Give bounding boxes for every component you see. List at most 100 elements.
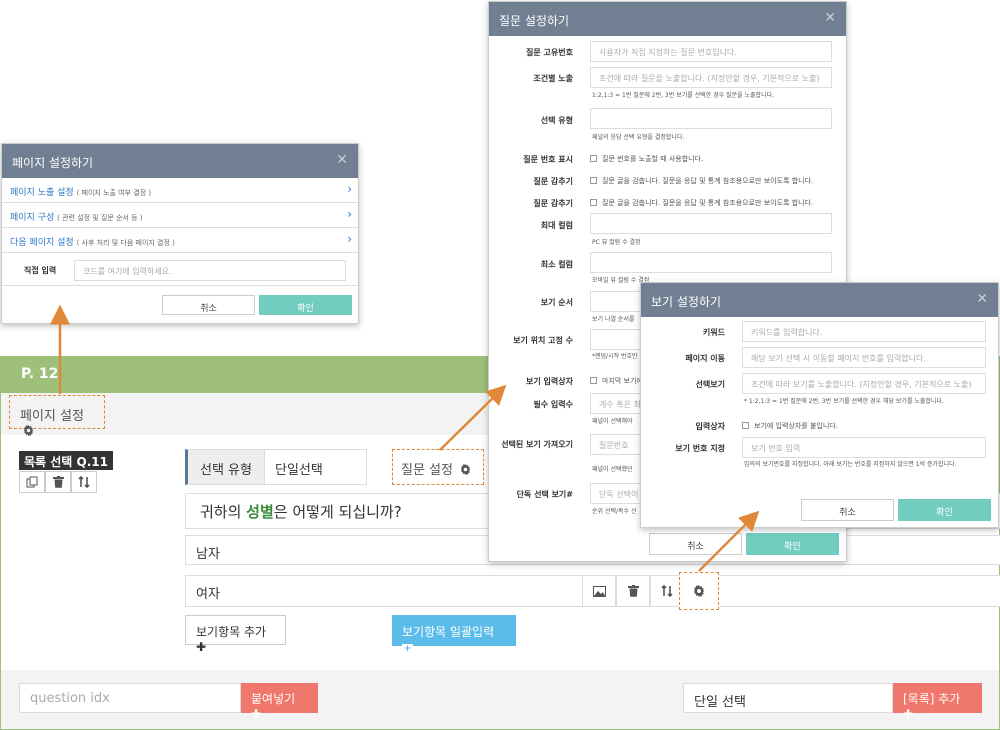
cancel-button[interactable]: 취소	[801, 499, 894, 521]
trash-icon	[52, 476, 64, 488]
question-text-post: 은 어떻게 되십니까?	[273, 503, 402, 521]
option-number-help: 임의의 보기번호를 지정합니다. 아래 보기는 번호를 지정하지 않으면 1씩 …	[744, 461, 957, 468]
fetch-help: 패널이 선택했던	[592, 466, 633, 473]
next-page-note: ( 사후 처리 및 다음 페이지 결정 )	[76, 239, 175, 247]
option-modal-title: 보기 설정하기	[651, 295, 722, 309]
add-option-label: 보기항목 추가	[196, 625, 267, 639]
min-column-input[interactable]	[590, 252, 832, 273]
chevron-right-icon: ›	[347, 207, 352, 221]
question-settings-button[interactable]: 질문 설정	[392, 449, 484, 485]
question-badge: 목록 선택 Q.11	[19, 451, 113, 470]
question-idx-input[interactable]: question idx	[19, 683, 241, 713]
max-column-label: 최대 컬럼	[540, 221, 573, 230]
option-modal-header: 보기 설정하기	[641, 283, 998, 317]
delete-question-button[interactable]	[45, 471, 71, 493]
single-choice-label: 단독 선택 보기#	[516, 490, 573, 499]
image-icon	[592, 585, 606, 597]
reorder-question-button[interactable]	[71, 471, 97, 493]
option-image-button[interactable]	[582, 575, 616, 607]
next-page-label: 다음 페이지 설정	[10, 238, 74, 248]
order-help: 보기 나열 순서를	[592, 316, 635, 323]
confirm-button[interactable]: 확인	[746, 533, 839, 555]
page-visibility-label: 페이지 노출 설정	[10, 188, 74, 198]
copy-button[interactable]	[19, 471, 45, 493]
page-move-label: 페이지 이동	[685, 354, 725, 363]
choice-type-box[interactable]: 선택 유형 단일선택	[185, 449, 367, 485]
hide-question-text-2: 질문 글을 감춥니다. 질문을 응답 및 통계 참조용으로만 보이도록 합니다.	[602, 199, 814, 207]
single-choice-help: 순위 선택/복수 선	[592, 508, 637, 515]
cancel-button[interactable]: 취소	[162, 295, 255, 315]
gear-icon	[693, 585, 705, 597]
confirm-button[interactable]: 확인	[898, 499, 991, 521]
next-page-row[interactable]: 다음 페이지 설정 ( 사후 처리 및 다음 페이지 결정 ) ›	[2, 228, 360, 253]
hide-question-checkbox[interactable]: 질문 글을 감춥니다. 질문을 응답 및 통계 참조용으로만 보이도록 합니다.	[590, 176, 813, 186]
input-box-label: 입력상자	[695, 422, 725, 431]
page-structure-row[interactable]: 페이지 구성 ( 관련 설정 및 질문 순서 등 ) ›	[2, 203, 360, 228]
show-number-text: 질문 번호를 노출할 때 사용합니다.	[602, 155, 704, 163]
choice-type-label: 선택 유형	[540, 116, 573, 125]
paste-label: 붙여넣기	[251, 692, 296, 706]
select-option-help: * 1:2,1:3 = 1번 질문에 2번, 3번 보기를 선택한 경우 해당 …	[744, 398, 944, 405]
confirm-button[interactable]: 확인	[259, 295, 352, 315]
bulk-option-label: 보기항목 일괄입력	[402, 625, 495, 639]
trash-icon	[627, 585, 639, 597]
close-icon[interactable]: ✕	[336, 152, 348, 168]
list-type-select[interactable]: 단일 선택	[683, 683, 893, 713]
gear-icon	[460, 464, 471, 475]
min-column-label: 최소 컬럼	[540, 260, 573, 269]
page-settings-button[interactable]: 페이지 설정	[9, 395, 105, 436]
add-option-button[interactable]: 보기항목 추가 ✚	[185, 615, 286, 654]
page-move-input[interactable]: 해당 보기 선택 시 이동할 페이지 번호를 입력합니다.	[742, 347, 986, 368]
order-label: 보기 순서	[540, 298, 573, 307]
close-icon[interactable]: ✕	[824, 10, 836, 26]
hide-question-label: 질문 감추기	[533, 177, 573, 186]
close-icon[interactable]: ✕	[976, 291, 988, 307]
fetch-label: 선택된 보기 가져오기	[501, 440, 573, 449]
conditional-label: 조건별 노출	[533, 74, 573, 83]
option-settings-modal: 보기 설정하기 ✕ 키워드 키워드를 입력합니다. 페이지 이동 해당 보기 선…	[640, 282, 999, 528]
required-label: 필수 입력수	[533, 400, 573, 409]
choice-type-value: 단일선택	[264, 450, 333, 484]
question-text-pre: 귀하의	[200, 503, 247, 521]
show-number-checkbox[interactable]: 질문 번호를 노출할 때 사용합니다.	[590, 154, 703, 164]
copy-icon	[26, 476, 38, 488]
option-delete-button[interactable]	[616, 575, 650, 607]
input-box-label: 보기 입력상자	[526, 377, 573, 386]
keyword-label: 키워드	[702, 328, 725, 337]
option-number-input[interactable]: 보기 번호 입력	[742, 437, 986, 458]
fixed-position-help: *랜덤/시작 번호만	[592, 353, 638, 360]
sort-arrows-icon	[78, 476, 90, 488]
conditional-input[interactable]: 조건에 따라 질문을 노출합니다. (지정안할 경우, 기본적으로 노출)	[590, 67, 832, 88]
select-option-label: 선택보기	[695, 380, 725, 389]
option-settings-button[interactable]	[679, 572, 719, 610]
option-number-label: 보기 번호 지정	[675, 444, 725, 453]
choice-type-select[interactable]	[590, 108, 832, 129]
cancel-button[interactable]: 취소	[649, 533, 742, 555]
bulk-option-input-button[interactable]: 보기항목 일괄입력 +	[392, 615, 516, 655]
chevron-right-icon: ›	[347, 182, 352, 196]
hide-question-checkbox-2[interactable]: 질문 글을 감춥니다. 질문을 응답 및 통계 참조용으로만 보이도록 합니다.	[590, 198, 813, 208]
question-text-emphasis: 성별	[246, 503, 274, 521]
input-box-checkbox[interactable]: 마지막 보기에	[590, 376, 643, 386]
page-visibility-row[interactable]: 페이지 노출 설정 ( 페이지 노출 여부 결정 ) ›	[2, 178, 360, 203]
conditional-help: 1:2,1:3 = 1번 질문에 2번, 3번 보기를 선택한 경우 질문을 노…	[592, 92, 775, 99]
input-box-text: 마지막 보기에	[602, 377, 643, 385]
direct-input-row: 직접 입력 코드를 여기에 입력하세요.	[2, 254, 360, 286]
plus-box-icon: +	[402, 644, 413, 655]
paste-button[interactable]: 붙여넣기 ✚	[241, 683, 318, 721]
select-option-input[interactable]: 조건에 따라 보기를 노출합니다. (지정안할 경우, 기본적으로 노출)	[742, 373, 986, 394]
max-column-input[interactable]	[590, 213, 832, 234]
sort-arrows-icon	[661, 585, 673, 597]
hide-question-label-2: 질문 감추기	[533, 199, 573, 208]
gear-icon	[23, 425, 34, 436]
direct-code-input[interactable]: 코드를 여기에 입력하세요.	[74, 260, 346, 281]
page-modal-header: 페이지 설정하기	[2, 144, 358, 178]
direct-input-label: 직접 입력	[24, 266, 57, 275]
add-list-button[interactable]: [목록] 추가 ✚	[893, 683, 982, 721]
page-settings-label: 페이지 설정	[20, 409, 84, 424]
unique-number-input[interactable]: 사용자가 직접 지정하는 질문 번호입니다.	[590, 41, 832, 62]
keyword-input[interactable]: 키워드를 입력합니다.	[742, 321, 986, 342]
question-settings-label: 질문 설정	[401, 463, 453, 478]
option-input-box-checkbox[interactable]: 보기에 입력상자를 붙입니다.	[742, 421, 838, 431]
hide-question-text: 질문 글을 감춥니다. 질문을 응답 및 통계 참조용으로만 보이도록 합니다.	[602, 177, 814, 185]
